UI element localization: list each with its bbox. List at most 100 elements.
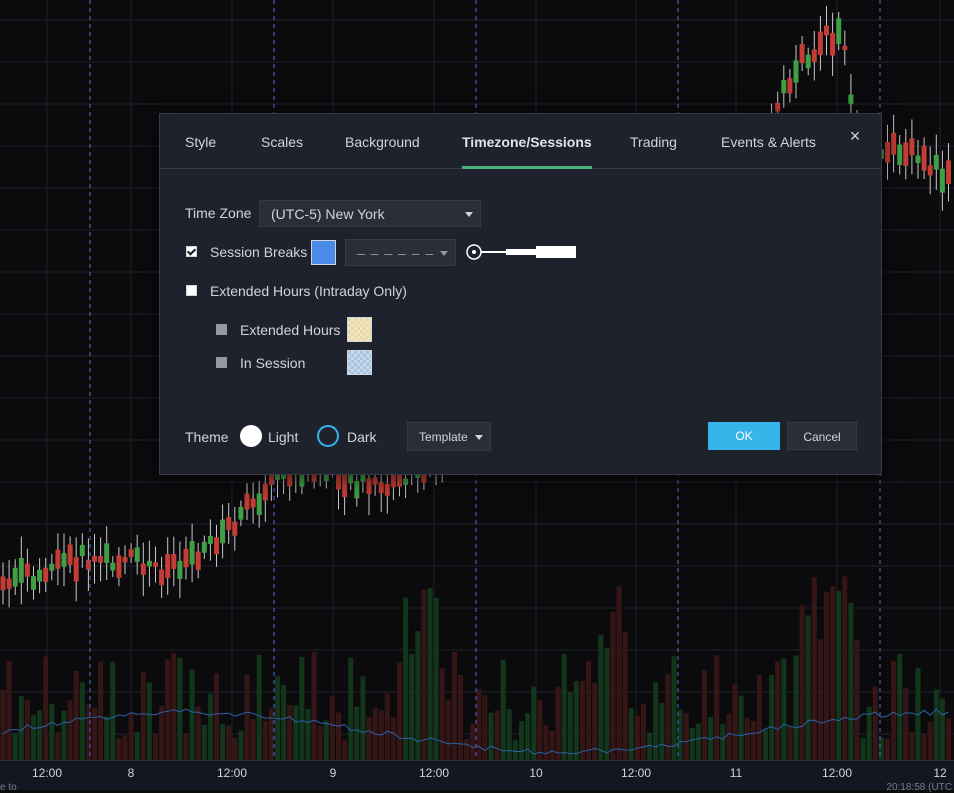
line-width-slider[interactable]: [466, 242, 578, 262]
volume-bar: [445, 699, 451, 760]
volume-bar: [409, 653, 415, 760]
volume-bar: [92, 707, 97, 760]
theme-dark-radio[interactable]: [317, 425, 339, 447]
candle-body: [299, 472, 305, 487]
time-axis-clock: 20:18:58 (UTC: [886, 782, 952, 793]
volume-bar: [384, 693, 390, 760]
volume-bar: [360, 676, 366, 760]
volume-bar: [250, 719, 256, 760]
candle-body: [153, 562, 158, 567]
candle-body: [67, 544, 73, 565]
volume-bar: [329, 696, 335, 760]
candle-body: [55, 549, 61, 569]
candle-body: [885, 141, 890, 163]
volume-bar: [720, 724, 726, 760]
volume-bar: [683, 713, 689, 760]
volume-bar: [122, 735, 128, 760]
volume-bar: [55, 731, 61, 760]
tab-background[interactable]: Background: [345, 114, 420, 168]
candle-body: [256, 493, 262, 516]
in-session-checkbox[interactable]: [216, 357, 227, 368]
timezone-select[interactable]: (UTC-5) New York: [259, 200, 481, 227]
template-label: Template: [419, 430, 468, 444]
volume-bar: [732, 684, 738, 760]
volume-bar: [891, 660, 897, 760]
ok-button[interactable]: OK: [708, 422, 780, 450]
volume-bar: [878, 737, 884, 760]
volume-bar: [439, 668, 445, 760]
candle-body: [793, 60, 799, 83]
volume-bar: [226, 725, 232, 760]
template-dropdown[interactable]: Template: [407, 422, 491, 451]
extended-hours-color-swatch[interactable]: [347, 317, 372, 342]
volume-bar: [512, 739, 518, 760]
volume-bar: [610, 611, 616, 760]
volume-bar: [293, 705, 299, 760]
volume-bar: [207, 693, 213, 760]
volume-bar: [281, 685, 287, 760]
tab-style[interactable]: Style: [185, 114, 216, 168]
volume-bar: [811, 577, 817, 760]
candle-body: [159, 569, 165, 586]
volume-bar: [244, 674, 250, 760]
extended-hours-intraday-label: Extended Hours (Intraday Only): [210, 283, 407, 299]
candle-body: [73, 557, 79, 582]
candle-body: [811, 49, 817, 62]
volume-bar: [702, 669, 707, 760]
volume-bar: [854, 640, 860, 760]
volume-bar: [744, 717, 750, 760]
volume-bar: [488, 712, 494, 760]
volume-bar: [763, 729, 768, 760]
volume-bar: [897, 653, 903, 760]
volume-bar: [104, 716, 110, 760]
volume-bar: [189, 669, 195, 760]
chevron-down-icon: [475, 434, 483, 440]
candle-body: [397, 473, 402, 487]
session-breaks-color-swatch[interactable]: [311, 240, 336, 265]
candle-body: [354, 481, 360, 499]
time-axis-label: 10: [529, 766, 543, 780]
candle-body: [921, 145, 927, 171]
candle-body: [92, 555, 97, 562]
session-breaks-checkbox[interactable]: [186, 246, 197, 257]
in-session-color-swatch[interactable]: [347, 350, 372, 375]
volume-bar: [909, 732, 915, 760]
candle-body: [848, 94, 854, 104]
extended-hours-checkbox[interactable]: [216, 324, 227, 335]
volume-bar: [238, 730, 244, 760]
candle-body: [183, 548, 189, 568]
close-icon[interactable]: ×: [847, 127, 863, 145]
tab-events-alerts[interactable]: Events & Alerts: [721, 114, 816, 168]
candle-body: [836, 18, 842, 45]
tab-trading[interactable]: Trading: [630, 114, 677, 168]
cancel-button[interactable]: Cancel: [787, 422, 857, 450]
candle-body: [220, 519, 226, 544]
volume-bar: [305, 708, 311, 760]
volume-bar: [616, 586, 622, 760]
volume-bar: [220, 723, 226, 760]
volume-bar: [756, 674, 762, 760]
theme-label: Theme: [185, 429, 229, 445]
candle-body: [128, 549, 134, 557]
volume-bar: [494, 710, 500, 760]
tab-scales[interactable]: Scales: [261, 114, 303, 168]
volume-bar: [128, 713, 134, 760]
tab-timezone-sessions[interactable]: Timezone/Sessions: [462, 114, 592, 169]
candle-body: [146, 560, 152, 567]
volume-bar: [98, 661, 104, 760]
volume-bar: [24, 700, 30, 760]
extended-hours-intraday-checkbox[interactable]: [186, 285, 197, 296]
candle-body: [226, 517, 232, 530]
volume-bar: [659, 702, 665, 760]
candle-body: [140, 563, 146, 575]
volume-bar: [537, 700, 543, 760]
volume-bar: [171, 652, 177, 760]
session-breaks-line-style-select[interactable]: – – – – – –: [345, 239, 456, 266]
time-axis[interactable]: 12:00 8 12:00 9 12:00 10 12:00 11 12:00 …: [0, 760, 954, 793]
theme-light-radio[interactable]: [240, 425, 262, 447]
volume-bar: [726, 713, 732, 760]
time-axis-label: 12:00: [418, 766, 450, 780]
candle-body: [214, 537, 219, 555]
volume-bar: [317, 725, 323, 760]
volume-bar: [549, 730, 555, 760]
